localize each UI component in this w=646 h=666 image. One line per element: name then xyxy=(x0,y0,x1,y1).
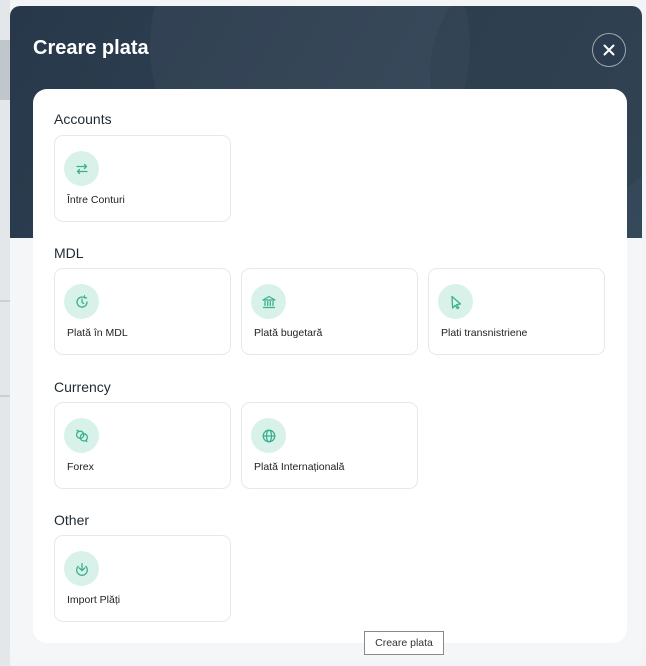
tile-plati-transnistriene[interactable]: Plati transnistriene xyxy=(428,268,605,355)
tile-import-plati[interactable]: Import Plăți xyxy=(54,535,231,622)
currency-exchange-icon xyxy=(64,418,99,453)
tile-label: Plată Internațională xyxy=(254,461,345,473)
background-divider xyxy=(0,300,10,302)
tile-plata-in-mdl[interactable]: Plată în MDL xyxy=(54,268,231,355)
create-payment-modal: Creare plata Accounts Între Conturi MDL xyxy=(10,6,642,660)
tile-label: Forex xyxy=(67,461,94,473)
tile-label: Între Conturi xyxy=(67,194,125,206)
section-title-accounts: Accounts xyxy=(54,111,112,127)
section-title-other: Other xyxy=(54,512,90,528)
transfer-arrows-icon xyxy=(64,151,99,186)
background-divider xyxy=(0,395,10,397)
tile-label: Plată în MDL xyxy=(67,327,128,339)
pointer-icon xyxy=(438,284,473,319)
tooltip: Creare plata xyxy=(364,631,444,655)
tile-forex[interactable]: Forex xyxy=(54,402,231,489)
close-button[interactable] xyxy=(592,33,626,67)
tile-plata-internationala[interactable]: Plată Internațională xyxy=(241,402,418,489)
payment-types-panel: Accounts Între Conturi MDL Plată în MDL xyxy=(33,89,627,643)
bank-building-icon xyxy=(251,284,286,319)
section-title-mdl: MDL xyxy=(54,245,84,261)
section-title-currency: Currency xyxy=(54,379,111,395)
modal-title: Creare plata xyxy=(33,37,149,59)
close-icon xyxy=(603,41,615,60)
globe-icon xyxy=(251,418,286,453)
download-icon xyxy=(64,551,99,586)
clock-refresh-icon xyxy=(64,284,99,319)
tile-intre-conturi[interactable]: Între Conturi xyxy=(54,135,231,222)
background-element xyxy=(0,40,10,100)
tile-label: Plati transnistriene xyxy=(441,327,528,339)
tile-label: Plată bugetară xyxy=(254,327,323,339)
tile-label: Import Plăți xyxy=(67,594,121,606)
tile-plata-bugetara[interactable]: Plată bugetară xyxy=(241,268,418,355)
